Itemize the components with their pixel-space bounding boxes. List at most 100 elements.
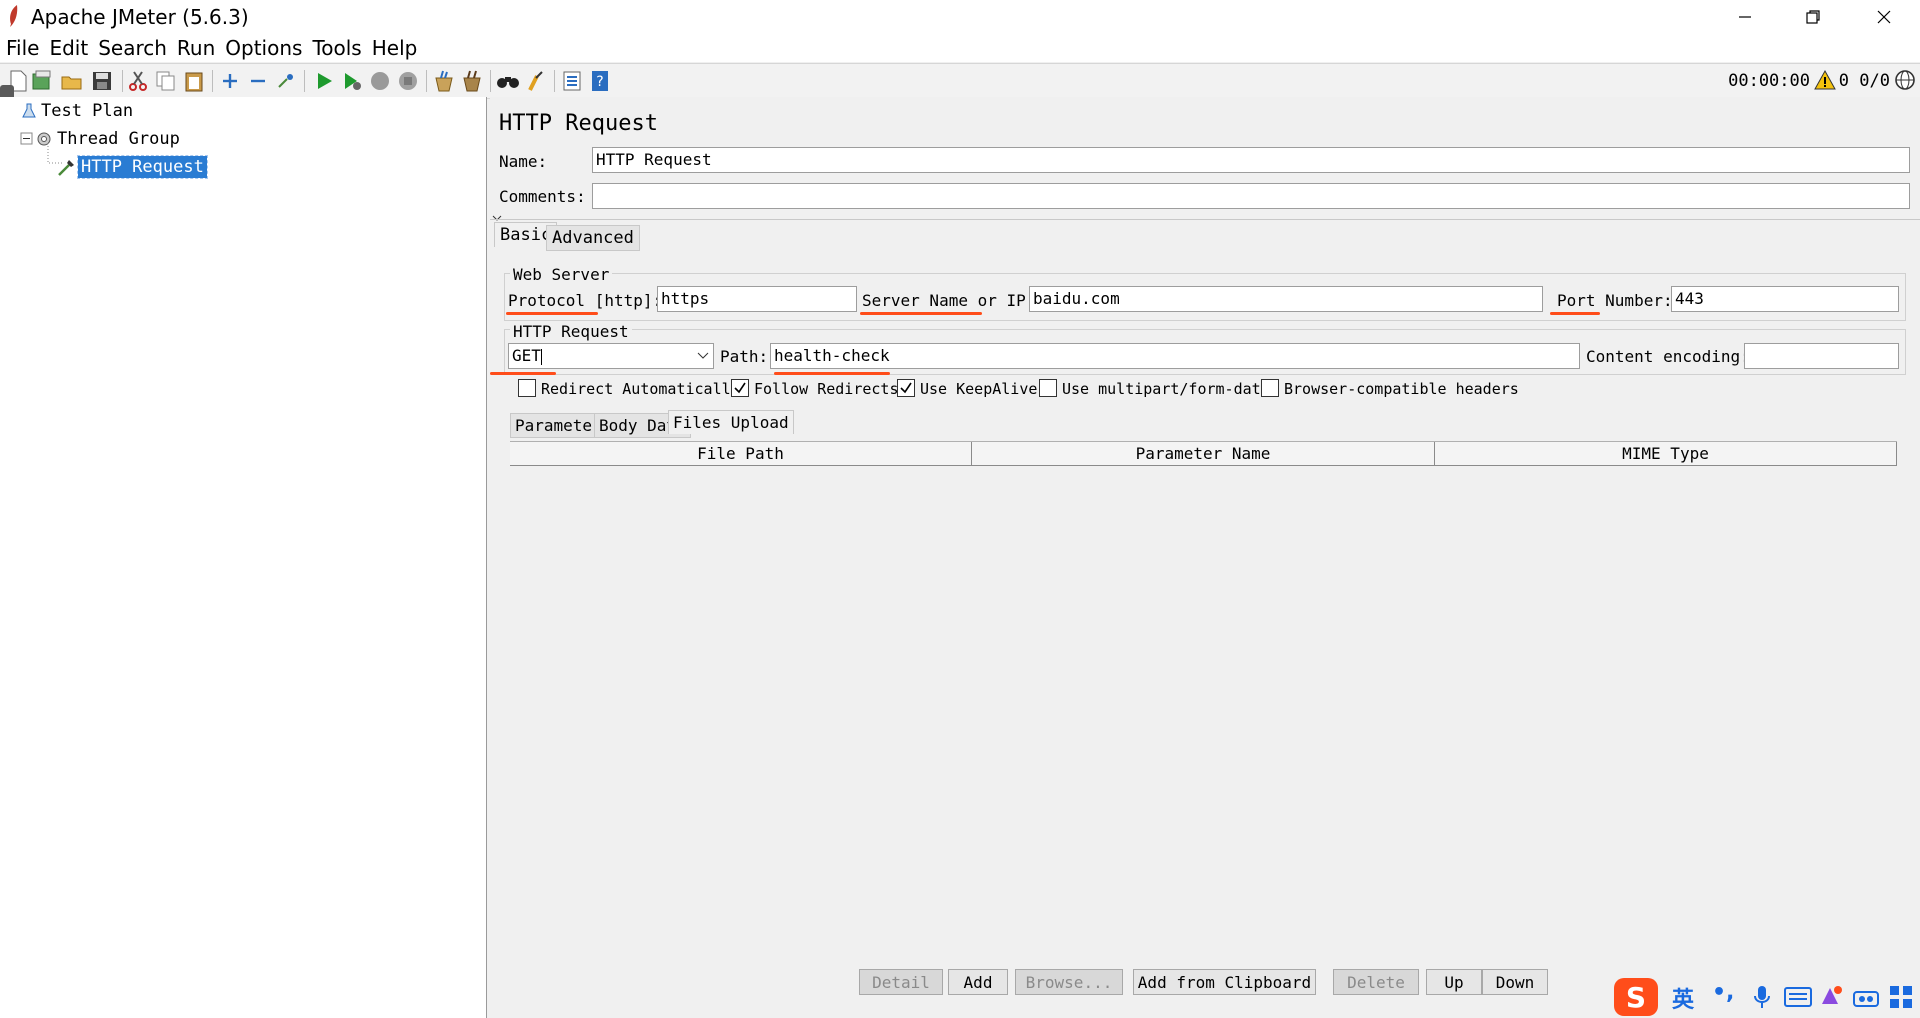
jmeter-feather-icon [10,5,18,27]
tab-files-upload[interactable]: Files Upload [668,410,794,434]
test-plan-tree: Test Plan Thread Group HTTP Request [0,97,487,1018]
menu-tools[interactable]: Tools [312,36,361,60]
restore-button[interactable] [1784,0,1842,34]
name-field[interactable]: HTTP Request [592,147,1910,173]
clear-all-icon[interactable] [460,69,484,93]
use-keepalive-checkbox[interactable] [897,379,915,397]
start-icon[interactable] [312,69,336,93]
toggle-icon[interactable] [274,69,298,93]
annotation-underline [490,372,556,375]
grid-menu-icon[interactable] [1888,984,1914,1010]
toolbar-separator [426,70,427,92]
warning-count: 0 [1838,71,1850,91]
svg-text:S: S [1626,981,1646,1014]
ime-language[interactable]: 英 [1672,982,1694,1014]
method-select[interactable]: GET [508,343,714,369]
tabs-divider [490,219,1920,220]
use-multipart-checkbox[interactable] [1039,379,1057,397]
browser-compatible-headers-checkbox[interactable] [1261,379,1279,397]
menu-search[interactable]: Search [98,36,167,60]
sampler-pipette-icon [58,160,74,176]
collapse-all-icon[interactable] [246,69,270,93]
annotation-underline [1550,312,1600,315]
reset-search-icon[interactable] [524,69,548,93]
skin-icon[interactable] [1818,984,1844,1008]
shutdown-icon[interactable] [396,69,420,93]
menu-edit[interactable]: Edit [49,36,88,60]
column-header-parameter-name[interactable]: Parameter Name [972,442,1435,466]
warning-icon[interactable] [1814,69,1836,91]
port-field[interactable]: 443 [1671,286,1899,312]
content-encoding-field[interactable] [1744,343,1899,369]
browse-button[interactable]: Browse... [1015,969,1123,995]
method-value: GET [512,346,541,365]
comments-field[interactable] [592,183,1910,209]
help-icon[interactable]: ? [588,69,612,93]
minimize-icon [1739,16,1751,18]
function-helper-icon[interactable] [560,69,584,93]
close-button[interactable] [1855,0,1913,34]
checkbox-label: Use multipart/form-data [1062,380,1270,398]
microphone-icon[interactable] [1752,984,1772,1010]
checkmark-icon [734,382,746,394]
down-button[interactable]: Down [1482,969,1548,995]
open-icon[interactable] [60,69,84,93]
page-title: HTTP Request [499,111,658,136]
stop-icon[interactable] [368,69,392,93]
templates-icon[interactable] [30,69,54,93]
web-server-legend: Web Server [510,265,613,284]
tab-advanced[interactable]: Advanced [546,225,640,251]
ime-punctuation[interactable]: •, [1712,980,1734,1005]
up-button[interactable]: Up [1426,969,1482,995]
text-cursor [540,348,542,365]
annotation-underline [860,312,982,315]
add-button[interactable]: Add [948,969,1008,995]
search-binoculars-icon[interactable] [496,69,520,93]
tree-item-test-plan[interactable]: Test Plan [20,100,136,122]
copy-icon[interactable] [154,69,178,93]
tree-item-label: Thread Group [57,129,180,149]
comments-label: Comments: [499,187,586,206]
minimize-button[interactable] [1716,0,1774,34]
column-header-file-path[interactable]: File Path [510,442,972,466]
tree-item-label-selected: HTTP Request [77,155,208,179]
menu-bar: File Edit Search Run Options Tools Help [0,34,1920,62]
checkbox-label: Follow Redirects [754,380,899,398]
toolbar: ? 00:00:00 0 0/0 [0,63,1920,99]
ime-toolbar: S 英 •, [1612,976,1920,1018]
thread-counts: 0 0/0 [1839,71,1890,91]
toolbar-separator [212,70,213,92]
add-from-clipboard-button[interactable]: Add from Clipboard [1133,969,1316,995]
protocol-field[interactable]: https [657,286,857,312]
toolbox-icon[interactable] [1852,986,1880,1008]
menu-run[interactable]: Run [177,36,215,60]
cut-icon[interactable] [126,69,150,93]
start-no-pauses-icon[interactable] [340,69,364,93]
detail-button[interactable]: Detail [859,969,943,995]
title-bar: Apache JMeter (5.6.3) [0,0,1920,34]
menu-file[interactable]: File [6,36,39,60]
checkmark-icon [900,382,912,394]
toolbar-separator [304,70,305,92]
clear-icon[interactable] [432,69,456,93]
save-icon[interactable] [90,69,114,93]
path-label: Path: [720,347,769,366]
keyboard-icon[interactable] [1784,986,1812,1008]
paste-icon[interactable] [182,69,206,93]
server-name-field[interactable]: baidu.com [1029,286,1543,312]
remote-globe-icon[interactable] [1894,69,1916,91]
menu-options[interactable]: Options [225,36,302,60]
port-label: Port Number: [1557,291,1673,310]
tree-item-label: Test Plan [41,101,134,121]
path-field[interactable]: health-check [770,343,1580,369]
delete-button[interactable]: Delete [1333,969,1419,995]
menu-help[interactable]: Help [372,36,418,60]
follow-redirects-checkbox[interactable] [731,379,749,397]
toolbar-separator [554,70,555,92]
redirect-automatically-checkbox[interactable] [518,379,536,397]
tree-item-http-request[interactable]: HTTP Request [56,155,208,179]
expand-all-icon[interactable] [218,69,242,93]
sogou-logo-icon[interactable]: S [1612,976,1660,1018]
protocol-label: Protocol [http]: [508,291,663,310]
column-header-mime-type[interactable]: MIME Type [1435,442,1897,466]
